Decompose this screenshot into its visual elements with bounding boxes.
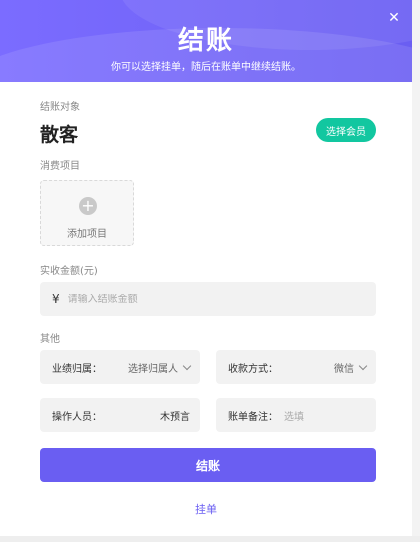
chevron-down-icon <box>358 361 368 370</box>
performance-owner-select[interactable]: 业绩归属： 选择归属人 <box>40 350 200 384</box>
operator-value: 木预言 <box>160 411 190 423</box>
amount-field[interactable]: ¥ <box>40 282 376 316</box>
payment-method-label: 收款方式： <box>228 363 278 375</box>
amount-section-label: 实收金额(元) <box>40 266 98 277</box>
dialog-header: 结账 你可以选择挂单，随后在账单中继续结账。 ✕ <box>0 0 412 82</box>
yen-icon: ¥ <box>52 292 60 306</box>
dialog-subtitle: 你可以选择挂单，随后在账单中继续结账。 <box>111 62 301 73</box>
checkout-button[interactable]: 结账 <box>40 448 376 482</box>
background-page-bottom <box>0 536 420 542</box>
background-page-edge <box>412 0 420 542</box>
performance-owner-value-wrap: 选择归属人 <box>128 360 192 375</box>
items-section-label: 消费项目 <box>40 161 80 172</box>
chevron-down-icon <box>182 361 192 370</box>
performance-owner-label: 业绩归属： <box>52 363 102 375</box>
dialog-title: 结账 <box>177 26 234 56</box>
add-item-label: 添加项目 <box>67 229 107 240</box>
add-item-button[interactable]: + 添加项目 <box>40 180 134 246</box>
bill-note-field[interactable]: 账单备注： 选填 <box>216 398 376 432</box>
amount-input[interactable] <box>67 293 328 305</box>
operator-label: 操作人员： <box>52 411 102 423</box>
bill-note-label: 账单备注： <box>228 411 278 423</box>
customer-name: 散客 <box>40 124 79 146</box>
close-icon[interactable]: ✕ <box>386 10 402 26</box>
customer-section-label: 结账对象 <box>40 102 80 113</box>
checkout-dialog: 结账 你可以选择挂单，随后在账单中继续结账。 ✕ 结账对象 散客 选择会员 消费… <box>0 0 412 536</box>
payment-method-select[interactable]: 收款方式： 微信 <box>216 350 376 384</box>
other-section-label: 其他 <box>40 334 60 345</box>
payment-method-value-wrap: 微信 <box>334 360 368 375</box>
select-member-button[interactable]: 选择会员 <box>316 118 376 142</box>
performance-owner-value: 选择归属人 <box>128 363 178 375</box>
bill-note-placeholder: 选填 <box>284 411 304 423</box>
operator-field[interactable]: 操作人员： 木预言 <box>40 398 200 432</box>
hang-order-link[interactable]: 挂单 <box>0 501 412 517</box>
payment-method-value: 微信 <box>334 363 354 375</box>
plus-icon: + <box>79 197 97 215</box>
